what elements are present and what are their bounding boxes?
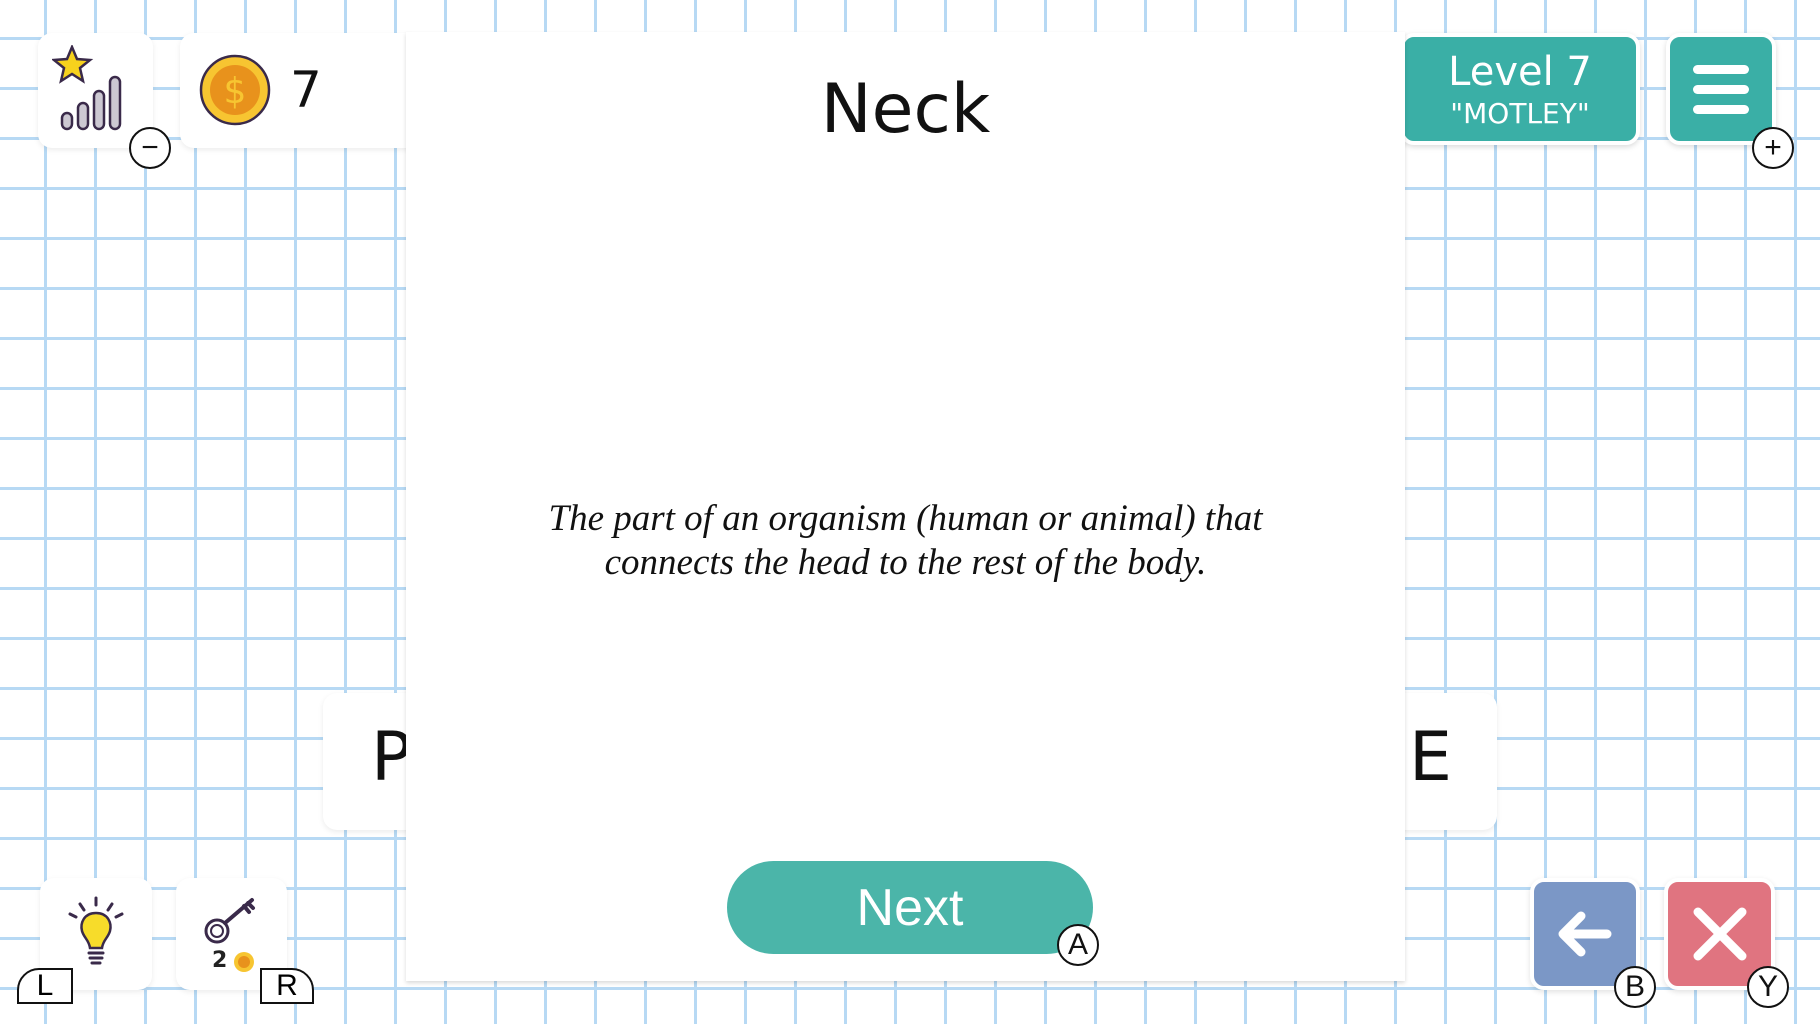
reveal-key-badge: R — [260, 968, 314, 1004]
close-key-badge: Y — [1747, 966, 1789, 1008]
definition-line: connects the head to the rest of the bod… — [604, 542, 1207, 583]
menu-button[interactable] — [1666, 33, 1776, 145]
word-definition-card: Neck The part of an organism (human or a… — [406, 32, 1405, 981]
coin-counter: $ 7 — [180, 33, 420, 148]
coin-count: 7 — [290, 61, 322, 119]
lightbulb-icon — [68, 896, 124, 965]
arrow-left-icon — [1558, 911, 1612, 957]
svg-text:$: $ — [224, 71, 247, 112]
zoom-in-key-badge[interactable]: + — [1752, 127, 1794, 169]
letter: E — [1409, 718, 1452, 797]
hint-key-badge: L — [17, 968, 73, 1004]
zoom-out-key-badge[interactable]: − — [129, 127, 171, 169]
coin-icon — [234, 952, 254, 972]
next-key-badge: A — [1057, 924, 1099, 966]
next-button[interactable]: Next — [727, 861, 1093, 954]
definition-line: The part of an organism (human or animal… — [548, 498, 1263, 539]
reveal-cost: 2 — [212, 948, 228, 973]
word-title: Neck — [820, 70, 991, 149]
star-stats-icon — [52, 45, 122, 131]
level-indicator: Level 7 "MOTLEY" — [1400, 33, 1640, 145]
hamburger-menu-icon — [1693, 65, 1749, 114]
word-definition: The part of an organism (human or animal… — [466, 497, 1345, 585]
close-icon — [1693, 907, 1746, 961]
level-title: Level 7 — [1448, 49, 1592, 95]
coin-icon: $ — [199, 54, 271, 126]
key-icon — [204, 898, 255, 944]
level-name: "MOTLEY" — [1450, 97, 1590, 130]
back-key-badge: B — [1614, 966, 1656, 1008]
